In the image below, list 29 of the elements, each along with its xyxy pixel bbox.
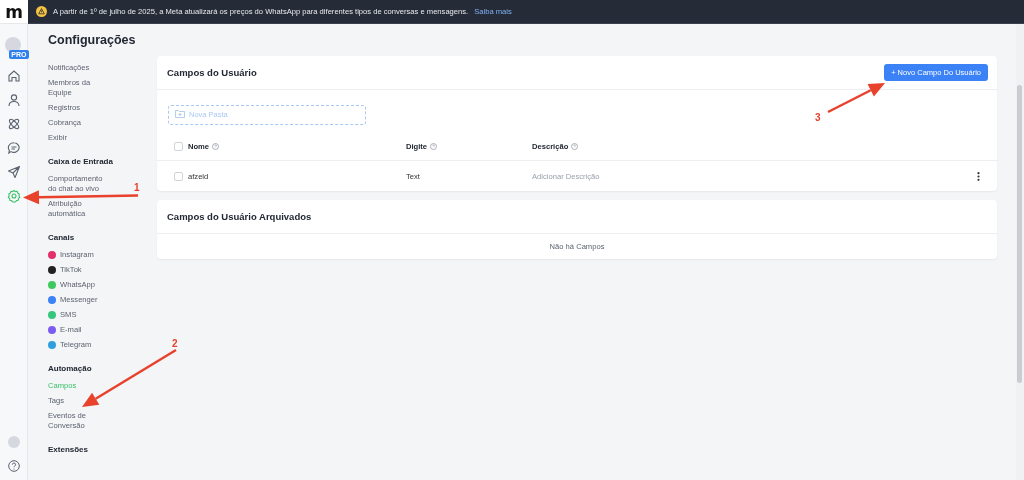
annotation-number: 1 — [134, 183, 140, 193]
folder-plus-icon — [175, 109, 185, 118]
row-checkbox[interactable] — [174, 171, 183, 181]
help-icon[interactable] — [571, 143, 579, 150]
page-title: Configurações — [48, 32, 136, 47]
logo[interactable]: m — [0, 0, 28, 24]
settings-icon[interactable] — [6, 189, 21, 203]
home-icon[interactable] — [6, 69, 21, 83]
help-icon[interactable] — [7, 460, 20, 472]
send-icon[interactable] — [6, 165, 21, 179]
card-title: Campos do Usuário Arquivados — [167, 211, 312, 222]
user-icon[interactable] — [6, 93, 21, 107]
section-title: Caixa de Entrada — [48, 157, 114, 166]
avatar[interactable] — [4, 37, 21, 53]
section-title: Automação — [48, 364, 93, 373]
section-title: Canais — [48, 233, 76, 242]
chat-icon[interactable] — [6, 141, 21, 155]
help-icon[interactable] — [212, 143, 220, 150]
section-title: Extensões — [48, 445, 90, 454]
more-icon[interactable] — [977, 171, 980, 181]
annotation-number: 2 — [172, 339, 178, 349]
annotation-arrow — [827, 83, 885, 114]
atom-icon[interactable] — [6, 117, 21, 131]
annotation-number: 3 — [815, 113, 821, 123]
warning-icon — [36, 6, 47, 17]
select-all-checkbox[interactable] — [174, 142, 183, 151]
card-title: Campos do Usuário — [167, 67, 257, 78]
scrollbar-thumb[interactable] — [1017, 85, 1022, 383]
help-icon[interactable] — [430, 143, 438, 150]
